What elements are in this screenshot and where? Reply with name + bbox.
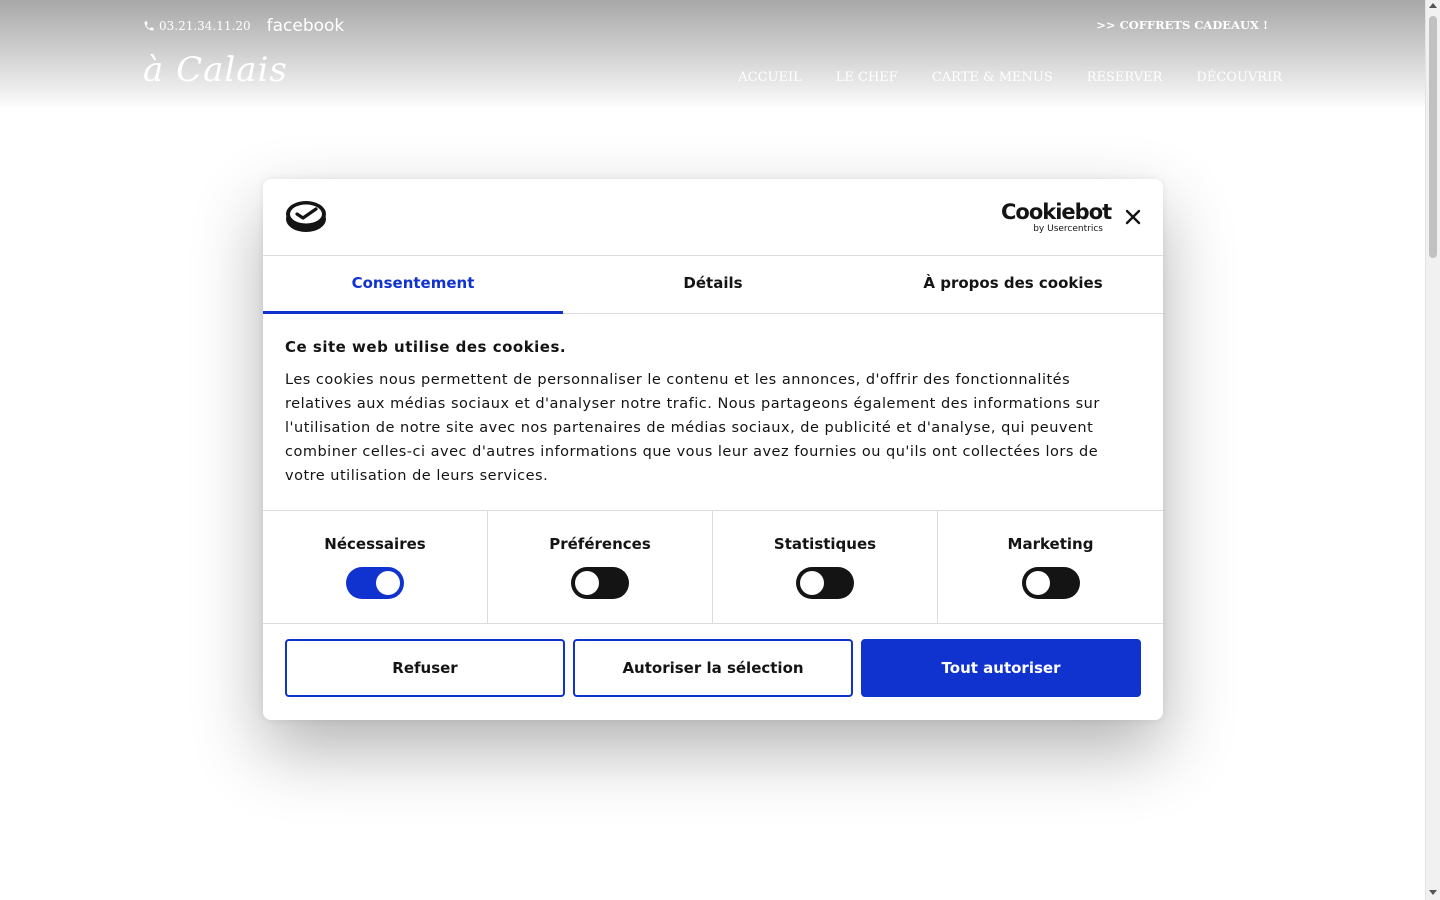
toggle-cell-preferences: Préférences [488, 511, 713, 623]
marketing-toggle[interactable] [1021, 567, 1080, 599]
cookiebot-name: Cookiebot [1001, 200, 1112, 224]
dialog-tabs: Consentement Détails À propos des cookie… [263, 256, 1163, 314]
toggle-label-marketing: Marketing [1007, 535, 1094, 553]
dialog-body: Ce site web utilise des cookies. Les coo… [263, 314, 1163, 511]
cookiebot-brand[interactable]: Cookiebot by Usercentrics [1001, 200, 1112, 234]
top-bar: 03.21.34.11.20 facebook [143, 16, 344, 36]
nav-item-le-chef[interactable]: LE CHEF [836, 70, 898, 85]
toggle-cell-statistics: Statistiques [713, 511, 938, 623]
facebook-link[interactable]: facebook [267, 16, 345, 36]
tab-details[interactable]: Détails [563, 256, 863, 313]
preferences-toggle[interactable] [571, 567, 629, 599]
scroll-down-arrow-icon[interactable] [1429, 890, 1437, 895]
nav-item-accueil[interactable]: ACCUEIL [738, 70, 802, 85]
toggle-knob [376, 571, 400, 595]
close-button[interactable] [1123, 207, 1143, 227]
allow-selection-button[interactable]: Autoriser la sélection [573, 639, 853, 697]
toggle-cell-necessary: Nécessaires [263, 511, 488, 623]
dialog-description: Les cookies nous permettent de personnal… [285, 372, 1100, 484]
scroll-up-arrow-icon[interactable] [1429, 3, 1437, 8]
gift-box-link[interactable]: >> COFFRETS CADEAUX ! [1096, 18, 1268, 32]
dialog-header: Cookiebot by Usercentrics [263, 179, 1163, 256]
site-logo[interactable]: à Calais [143, 50, 288, 90]
close-icon [1125, 209, 1141, 225]
page-scrollbar[interactable] [1425, 0, 1440, 900]
nav-item-decouvrir[interactable]: DÉCOUVRIR [1196, 70, 1282, 85]
tab-consentement[interactable]: Consentement [263, 256, 563, 314]
phone-number: 03.21.34.11.20 [159, 19, 251, 33]
toggle-knob [1025, 571, 1050, 595]
statistics-toggle[interactable] [796, 567, 854, 599]
cookiebot-by: by Usercentrics [1033, 224, 1103, 234]
toggle-cell-marketing: Marketing [938, 511, 1163, 623]
nav-item-reserver[interactable]: RESERVER [1087, 70, 1163, 85]
main-nav: ACCUEIL LE CHEF CARTE & MENUS RESERVER D… [704, 70, 1282, 85]
cookie-consent-dialog: Cookiebot by Usercentrics Consentement D… [263, 179, 1163, 720]
toggle-knob [575, 571, 599, 595]
toggle-label-necessary: Nécessaires [324, 535, 426, 553]
toggle-label-statistics: Statistiques [773, 535, 877, 553]
dialog-actions: Refuser Autoriser la sélection Tout auto… [263, 624, 1163, 697]
scroll-thumb[interactable] [1429, 16, 1437, 258]
site-header: 03.21.34.11.20 facebook >> COFFRETS CADE… [0, 0, 1425, 110]
phone-icon [144, 21, 154, 31]
allow-all-button[interactable]: Tout autoriser [861, 639, 1141, 697]
dialog-title: Ce site web utilise des cookies. [285, 338, 567, 356]
nav-item-carte-menus[interactable]: CARTE & MENUS [932, 70, 1053, 85]
phone-link[interactable]: 03.21.34.11.20 [143, 19, 251, 33]
necessary-toggle[interactable] [346, 567, 404, 599]
toggle-knob [800, 571, 824, 595]
consent-toggles: Nécessaires Préférences Statistiques Mar… [263, 511, 1163, 624]
toggle-label-preferences: Préférences [549, 535, 651, 553]
cookie-logo-icon [286, 201, 326, 232]
tab-about-cookies[interactable]: À propos des cookies [863, 256, 1163, 313]
refuse-button[interactable]: Refuser [285, 639, 565, 697]
